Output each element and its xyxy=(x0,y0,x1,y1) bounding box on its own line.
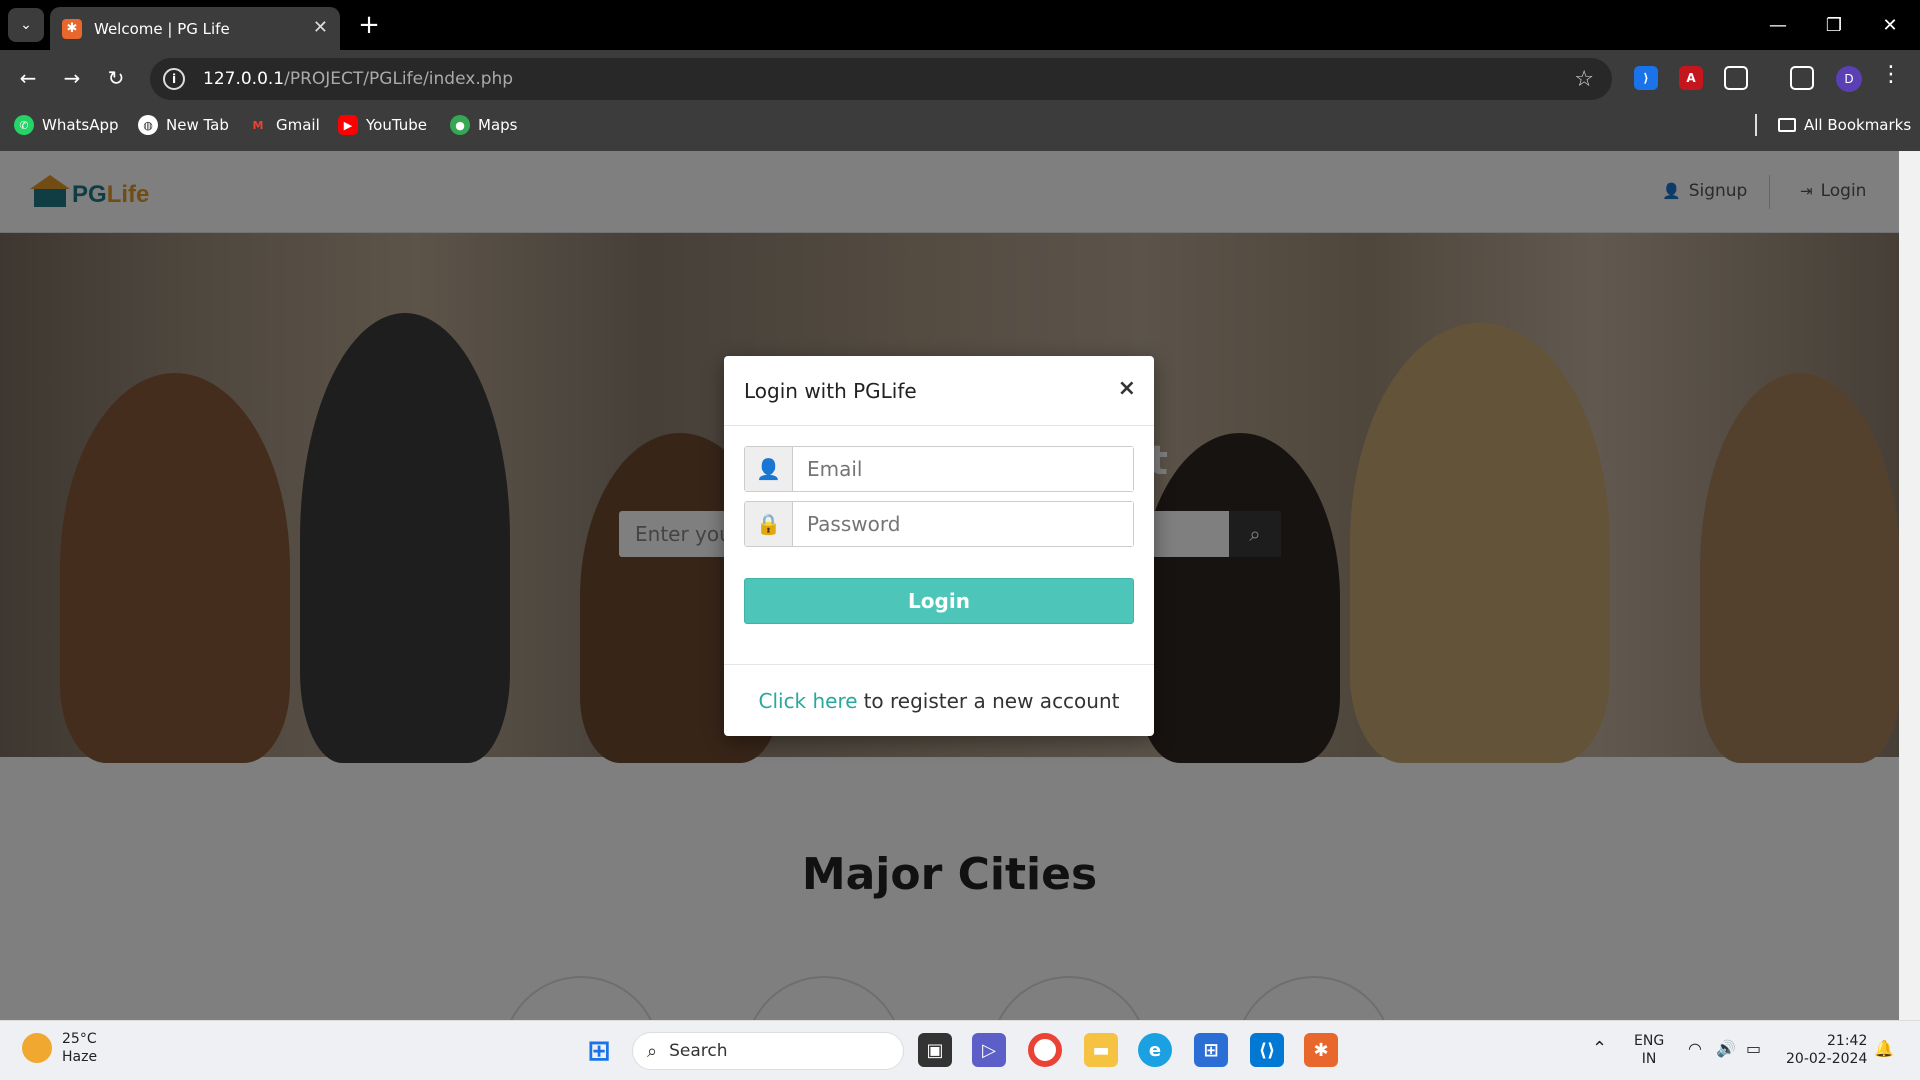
tab-close-icon[interactable]: ✕ xyxy=(313,17,328,38)
address-bar[interactable]: i 127.0.0.1/PROJECT/PGLife/index.php ☆ xyxy=(150,58,1612,100)
notification-bell-icon[interactable]: 🔔 xyxy=(1874,1040,1894,1058)
extensions-puzzle-icon[interactable] xyxy=(1724,66,1748,90)
register-link[interactable]: Click here xyxy=(758,689,857,713)
volume-icon[interactable]: 🔊 xyxy=(1716,1040,1736,1058)
page-scrollbar[interactable] xyxy=(1899,151,1920,1020)
file-explorer-icon[interactable]: ▬ xyxy=(1084,1033,1118,1067)
gmail-icon: M xyxy=(252,118,264,132)
show-hidden-icons-icon[interactable]: ⌃ xyxy=(1592,1040,1607,1058)
bookmark-youtube[interactable]: ▶ YouTube xyxy=(338,112,427,138)
weather-haze-icon xyxy=(22,1033,52,1063)
extension-icon[interactable]: ⟩ xyxy=(1634,66,1658,90)
bookmark-separator xyxy=(1755,114,1757,136)
register-text: to register a new account xyxy=(863,688,1120,713)
taskbar-search[interactable]: ⌕ Search xyxy=(632,1032,904,1070)
search-icon: ⌕ xyxy=(647,1040,658,1062)
user-icon: 👤 xyxy=(745,447,793,491)
youtube-icon: ▶ xyxy=(338,115,358,135)
windows-start-icon[interactable]: ⊞ xyxy=(582,1033,616,1067)
bookmark-new-tab[interactable]: ◍ New Tab xyxy=(138,112,229,138)
bookmark-star-icon[interactable]: ☆ xyxy=(1574,67,1594,92)
chrome-icon[interactable] xyxy=(1028,1033,1062,1067)
weather-widget[interactable]: 25°C Haze xyxy=(22,1030,97,1066)
close-window-button[interactable]: ✕ xyxy=(1862,0,1918,50)
url-host: 127.0.0.1 xyxy=(203,69,285,89)
tab-title: Welcome | PG Life xyxy=(94,19,230,38)
login-button[interactable]: Login xyxy=(744,578,1134,624)
email-input-group: 👤 xyxy=(744,446,1134,492)
bookmark-gmail[interactable]: M Gmail xyxy=(248,112,320,138)
temperature: 25°C xyxy=(62,1031,97,1047)
reload-button[interactable]: ↻ xyxy=(100,62,132,94)
bookmark-maps[interactable]: ● Maps xyxy=(450,112,517,138)
weather-condition: Haze xyxy=(62,1049,98,1065)
url-path: /PROJECT/PGLife/index.php xyxy=(284,69,514,89)
teams-icon[interactable]: ▷ xyxy=(972,1033,1006,1067)
xampp-favicon-icon: ✱ xyxy=(62,18,82,39)
clock[interactable]: 21:42 20-02-2024 xyxy=(1786,1032,1867,1068)
date: 20-02-2024 xyxy=(1786,1051,1868,1067)
forward-button[interactable]: → xyxy=(56,62,88,94)
site-info-icon[interactable]: i xyxy=(163,68,185,90)
bookmark-whatsapp[interactable]: ✆ WhatsApp xyxy=(14,112,119,138)
restore-button[interactable]: ❐ xyxy=(1806,0,1862,50)
new-tab-button[interactable]: + xyxy=(352,8,386,42)
back-button[interactable]: ← xyxy=(12,62,44,94)
microsoft-store-icon[interactable]: ⊞ xyxy=(1194,1033,1228,1067)
all-bookmarks-button[interactable]: All Bookmarks xyxy=(1778,112,1911,138)
wifi-icon[interactable]: ◠ xyxy=(1688,1040,1702,1058)
minimize-button[interactable]: — xyxy=(1750,0,1806,50)
profile-avatar[interactable]: D xyxy=(1836,66,1862,92)
xampp-icon[interactable]: ✱ xyxy=(1304,1033,1338,1067)
modal-title: Login with PGLife xyxy=(724,356,1154,426)
password-field[interactable] xyxy=(793,502,1133,546)
browser-menu-icon[interactable]: ⋮ xyxy=(1880,62,1902,87)
pdf-extension-icon[interactable]: A xyxy=(1679,66,1703,90)
edge-icon[interactable]: e xyxy=(1138,1033,1172,1067)
modal-footer: Click here to register a new account xyxy=(724,664,1154,736)
task-view-icon[interactable]: ▣ xyxy=(918,1033,952,1067)
web-page: PGLife 👤Signup ⇥Login Haot Enter your ⌕ … xyxy=(0,151,1899,1020)
folder-icon xyxy=(1778,118,1796,132)
vscode-icon[interactable]: ⟨⟩ xyxy=(1250,1033,1284,1067)
login-modal: Login with PGLife × 👤 🔒 Login Click here… xyxy=(724,356,1154,736)
side-panel-icon[interactable] xyxy=(1790,66,1814,90)
tab-search-button[interactable]: ⌄ xyxy=(8,8,44,42)
time: 21:42 xyxy=(1827,1033,1868,1049)
whatsapp-icon: ✆ xyxy=(14,115,34,135)
language-indicator[interactable]: ENG IN xyxy=(1634,1032,1664,1068)
globe-icon: ◍ xyxy=(138,115,158,135)
password-input-group: 🔒 xyxy=(744,501,1134,547)
windows-taskbar xyxy=(0,1020,1920,1080)
lock-icon: 🔒 xyxy=(745,502,793,546)
modal-close-button[interactable]: × xyxy=(1118,376,1136,401)
maps-pin-icon: ● xyxy=(450,115,470,135)
email-field[interactable] xyxy=(793,447,1133,491)
browser-tab[interactable]: ✱ Welcome | PG Life ✕ xyxy=(50,7,340,50)
battery-icon[interactable]: ▭ xyxy=(1746,1040,1761,1058)
